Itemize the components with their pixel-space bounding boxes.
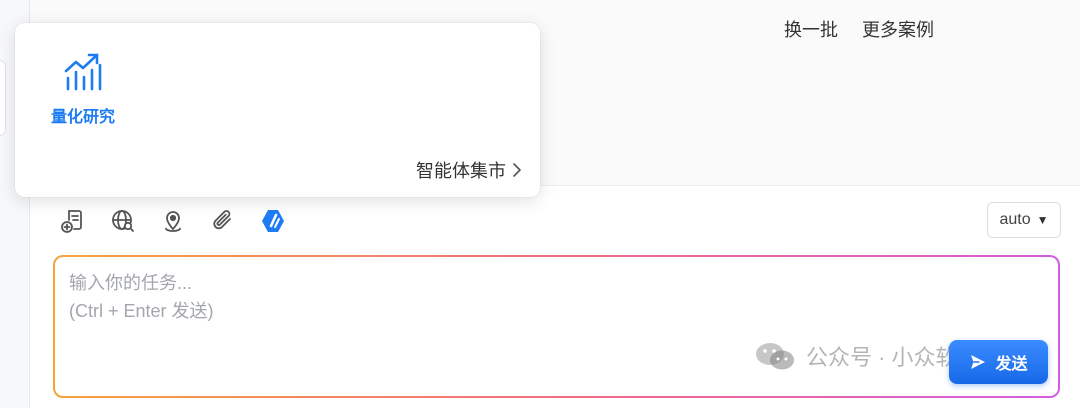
dropdown-caret-icon: ▼ [1036, 213, 1049, 227]
input-toolbar [58, 206, 288, 236]
sidebar-collapse-handle[interactable] [0, 60, 6, 136]
agent-market-link[interactable]: 智能体集市 [416, 157, 522, 183]
watermark: 公众号 · 小众软件 [754, 340, 980, 372]
agent-card-quant-research[interactable]: 量化研究 [45, 51, 121, 131]
blue-app-icon [262, 210, 284, 232]
add-document-button[interactable] [58, 206, 88, 236]
send-button-label: 发送 [995, 356, 1028, 373]
task-input[interactable] [69, 269, 929, 339]
trending-chart-icon [64, 53, 102, 91]
task-input-frame [53, 255, 1060, 398]
send-icon [971, 355, 986, 369]
web-search-icon [112, 210, 134, 232]
model-select-value: auto [999, 211, 1031, 228]
attachment-icon [213, 210, 231, 230]
task-input-container [55, 257, 1058, 396]
location-button[interactable] [158, 206, 188, 236]
attachment-button[interactable] [208, 206, 238, 236]
agent-market-label: 智能体集市 [416, 161, 506, 181]
model-select[interactable]: auto ▼ [987, 202, 1061, 238]
blue-app-button[interactable] [258, 206, 288, 236]
location-icon [165, 211, 181, 232]
add-document-icon [61, 210, 82, 233]
web-search-button[interactable] [108, 206, 138, 236]
agent-popover: 量化研究 智能体集市 [15, 23, 540, 197]
agent-label: 量化研究 [50, 109, 115, 126]
more-examples-link[interactable]: 更多案例 [862, 16, 934, 42]
refresh-examples-link[interactable]: 换一批 [784, 16, 838, 42]
example-links: 换一批 更多案例 [784, 16, 934, 42]
send-button[interactable]: 发送 [949, 340, 1048, 384]
chevron-right-icon [513, 163, 521, 177]
wechat-icon [756, 343, 794, 370]
